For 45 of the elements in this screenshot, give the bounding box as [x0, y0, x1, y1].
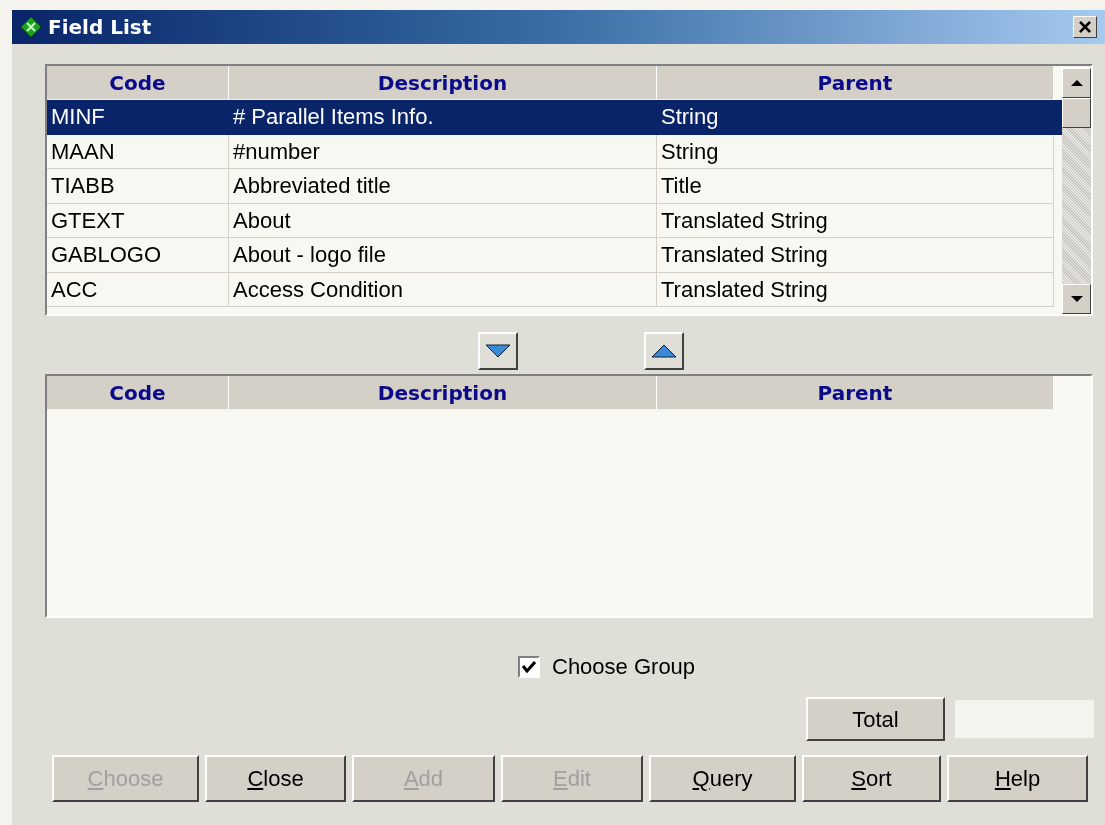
checkbox-label: Choose Group: [552, 653, 696, 681]
table-cell: About - logo file: [229, 238, 657, 273]
table-row[interactable]: MINF # Parallel Items Info. String: [47, 100, 1062, 135]
table-cell: GABLOGO: [47, 238, 229, 273]
checkbox[interactable]: [518, 655, 540, 678]
diamond-icon: [20, 16, 42, 38]
column-header[interactable]: Parent: [657, 376, 1054, 410]
close-button[interactable]: ×: [1073, 16, 1097, 38]
table-row[interactable]: MAAN #number String: [47, 134, 1054, 169]
column-header[interactable]: Parent: [657, 66, 1054, 100]
scrollbar[interactable]: [1062, 68, 1091, 314]
move-up-button[interactable]: [644, 332, 684, 370]
check-icon: [522, 660, 536, 673]
table-row[interactable]: ACC Access Condition Translated String: [47, 272, 1054, 307]
window-title: Field List: [48, 14, 152, 41]
table-row[interactable]: TIABB Abbreviated title Title: [47, 169, 1054, 204]
table-cell: Access Condition: [229, 272, 657, 307]
down-triangle-icon: [485, 344, 511, 358]
table-cell: # Parallel Items Info.: [229, 100, 657, 135]
column-header[interactable]: Code: [47, 66, 229, 100]
dialog-button[interactable]: Query: [649, 755, 796, 802]
table-row[interactable]: GABLOGO About - logo file Translated String: [47, 238, 1054, 273]
column-header[interactable]: Code: [47, 376, 229, 410]
table-cell: Title: [657, 169, 1054, 204]
table-cell: Abbreviated title: [229, 169, 657, 204]
column-header[interactable]: Description: [229, 66, 657, 100]
table-cell: MINF: [47, 100, 229, 135]
dialog-button[interactable]: Close: [205, 755, 346, 802]
scroll-thumb[interactable]: [1062, 98, 1091, 128]
table-cell: TIABB: [47, 169, 229, 204]
dialog-button[interactable]: Sort: [802, 755, 941, 802]
total-button[interactable]: Total: [806, 697, 945, 741]
move-down-button[interactable]: [478, 332, 518, 370]
dialog-button[interactable]: Help: [947, 755, 1088, 802]
table-row[interactable]: GTEXT About Translated String: [47, 203, 1054, 238]
scroll-up-button[interactable]: [1062, 68, 1091, 98]
up-triangle-icon: [651, 344, 677, 358]
table-cell: ACC: [47, 272, 229, 307]
table-cell: String: [657, 100, 1054, 135]
table-cell: Translated String: [657, 272, 1054, 307]
up-arrow-icon: [1070, 80, 1083, 86]
down-arrow-icon: [1070, 296, 1083, 302]
table-cell: Translated String: [657, 238, 1054, 273]
column-header[interactable]: Description: [229, 376, 657, 410]
scroll-down-button[interactable]: [1062, 284, 1091, 314]
